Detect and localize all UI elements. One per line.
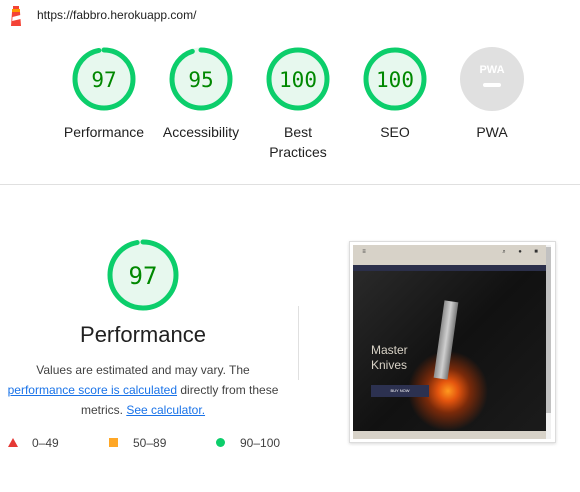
description-text: Values are estimated and may vary. The [36, 363, 250, 377]
legend-range: 0–49 [32, 436, 59, 450]
vertical-divider [298, 306, 299, 380]
performance-description: Values are estimated and may vary. The p… [0, 360, 286, 420]
gauge-label: Best Practices [269, 124, 327, 160]
lighthouse-icon [11, 6, 21, 26]
gauge-performance[interactable]: 97 Performance [54, 46, 154, 142]
see-calculator-link[interactable]: See calculator. [126, 403, 205, 417]
gauge-score: 95 [188, 68, 213, 92]
performance-section: 97 Performance Values are estimated and … [0, 230, 300, 470]
site-footer [353, 431, 546, 439]
scrollbar-thumb [546, 247, 551, 413]
legend-range: 90–100 [240, 436, 281, 450]
pwa-badge-icon: PWA [460, 47, 524, 111]
pwa-badge-text: PWA [479, 64, 504, 76]
hero-title-line-1: Master [371, 343, 408, 357]
buy-now-button: BUY NOW [371, 385, 429, 397]
gauge-label: PWA [476, 124, 508, 140]
screenshot-image: ≡ ⌕ ● ■ Master Knives BUY NOW [353, 245, 546, 439]
score-ring: 95 [169, 47, 233, 111]
gauge-accessibility[interactable]: 95 Accessibility [151, 46, 251, 142]
gauge-score: 97 [91, 68, 116, 92]
menu-icon: ≡ [362, 249, 366, 255]
gauge-label: Accessibility [162, 124, 240, 140]
cart-icon: ■ [534, 249, 538, 255]
average-square-icon [109, 438, 118, 447]
performance-score: 97 [129, 262, 158, 290]
site-header: ≡ ⌕ ● ■ [353, 245, 546, 265]
score-ring: 100 [363, 47, 427, 111]
final-screenshot[interactable]: ≡ ⌕ ● ■ Master Knives BUY NOW [349, 241, 556, 443]
account-icon: ● [518, 249, 522, 255]
section-divider [0, 184, 580, 185]
gauge-best-practices[interactable]: 100 Best Practices [248, 46, 348, 162]
gauge-score: 100 [376, 68, 414, 92]
scrollbar [546, 245, 551, 439]
page-url[interactable]: https://fabbro.herokuapp.com/ [37, 8, 196, 22]
gauge-pwa[interactable]: PWA PWA [442, 46, 542, 142]
legend-range: 50–89 [133, 436, 167, 450]
category-gauges: 97 Performance 95 Accessibility 100 Best… [0, 46, 580, 176]
pass-circle-icon [216, 438, 225, 447]
gauge-seo[interactable]: 100 SEO [345, 46, 445, 142]
search-icon: ⌕ [502, 249, 506, 255]
gauge-score: 100 [279, 68, 317, 92]
report-header: https://fabbro.herokuapp.com/ [0, 0, 580, 32]
performance-score-gauge: 97 [107, 239, 179, 311]
hero-image: Master Knives BUY NOW [353, 271, 546, 431]
score-calculated-link[interactable]: performance score is calculated [8, 383, 177, 397]
fail-triangle-icon [8, 438, 18, 447]
score-ring: 100 [266, 47, 330, 111]
score-ring: 97 [72, 47, 136, 111]
hero-title-line-2: Knives [371, 358, 408, 372]
hero-title: Master Knives [371, 343, 408, 373]
gauge-label: Performance [63, 124, 145, 140]
performance-title: Performance [80, 322, 206, 347]
knife-blade [433, 300, 459, 380]
gauge-label: SEO [380, 124, 410, 140]
